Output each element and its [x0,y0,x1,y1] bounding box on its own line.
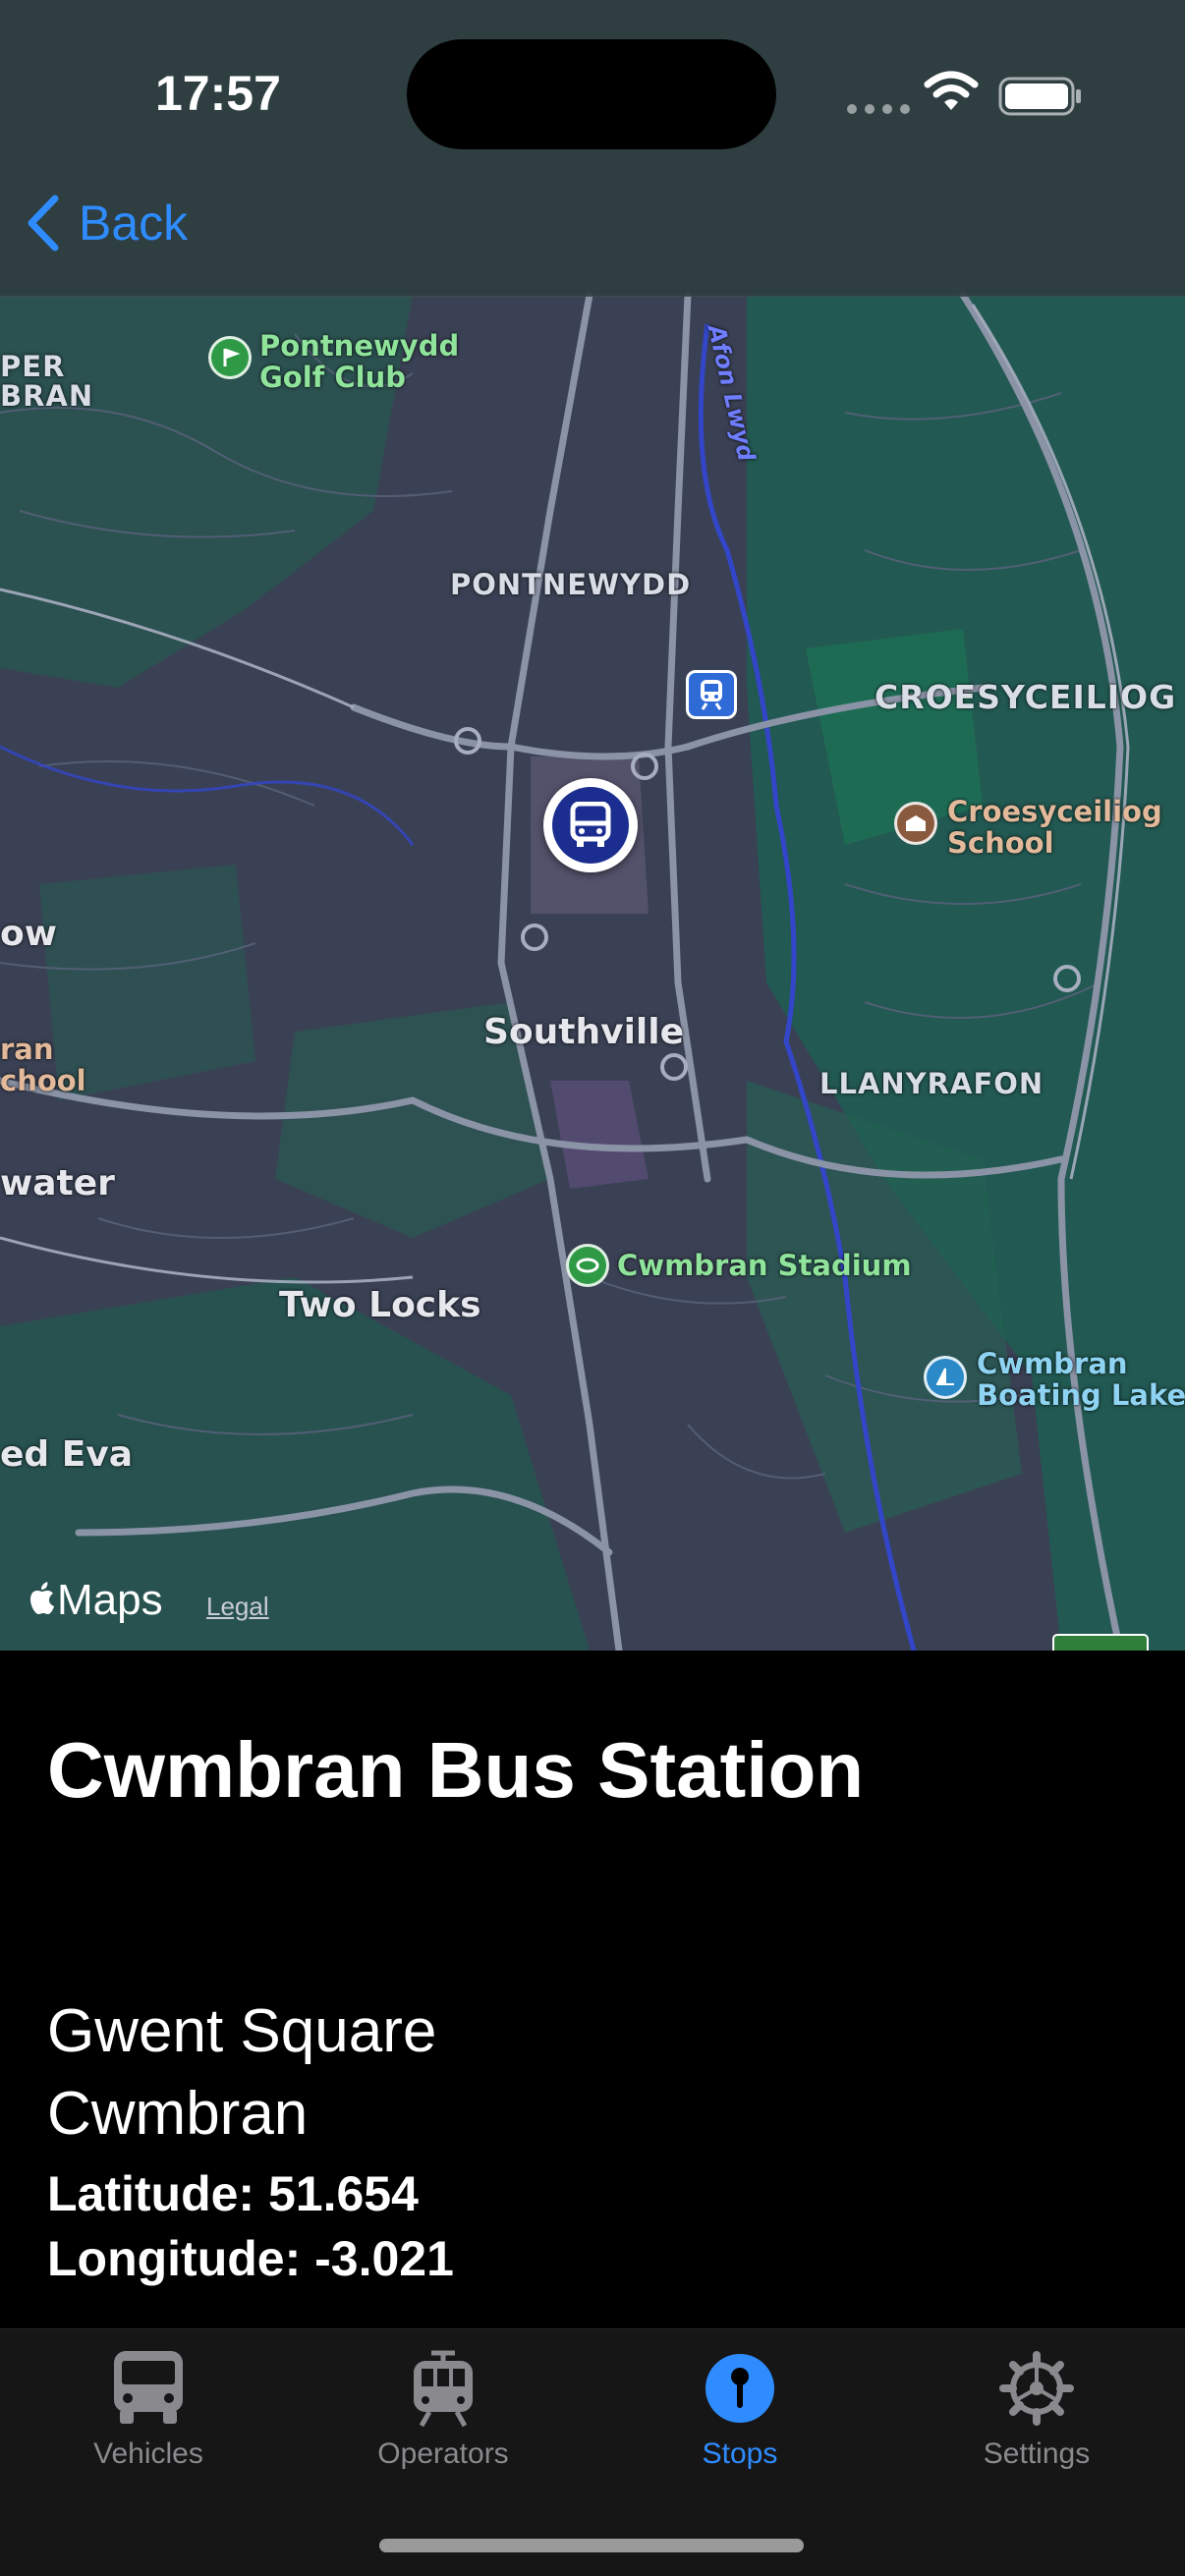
wifi-icon [924,71,979,110]
golf-poi-icon[interactable] [208,336,252,379]
status-time: 17:57 [155,66,281,121]
gear-icon [997,2349,1076,2428]
apple-logo-icon [30,1582,54,1614]
tram-icon [404,2349,482,2428]
map-label-cwmbran-stadium: Cwmbran Stadium [617,1249,912,1282]
map-label-pontnewydd-golf-club: Pontnewydd Golf Club [259,329,460,394]
bus-icon [109,2349,188,2428]
chevron-left-icon [28,195,59,252]
back-button[interactable]: Back [24,195,188,252]
stop-details: Cwmbran Bus Station Gwent Square Cwmbran… [0,1651,1185,2328]
cellular-signal-icon [847,104,910,114]
tab-operators-label: Operators [377,2437,509,2470]
map-label-ran-school: ran chool [0,1033,86,1097]
tab-operators[interactable]: Operators [295,2349,592,2496]
tab-vehicles-label: Vehicles [93,2437,203,2470]
map-label-pontnewydd: PONTNEWYDD [450,568,692,601]
tab-stops[interactable]: Stops [592,2349,888,2496]
bus-stop-marker-icon[interactable] [543,778,638,872]
boating-lake-poi-icon[interactable] [924,1356,967,1399]
dynamic-island [407,39,776,149]
stop-title: Cwmbran Bus Station [47,1726,865,1814]
latitude-text: Latitude: 51.654 [47,2166,419,2221]
map-label-llanyrafon: LLANYRAFON [819,1067,1044,1100]
school-poi-icon[interactable] [894,802,937,845]
battery-icon [998,77,1081,116]
stadium-poi-icon[interactable] [566,1244,609,1287]
tab-settings[interactable]: Settings [888,2349,1185,2496]
map-legal-link[interactable]: Legal [206,1592,269,1622]
map-label-southville: Southville [483,1012,685,1052]
tab-settings-label: Settings [983,2437,1091,2470]
address-line-2: Cwmbran [47,2080,309,2148]
map-label-ed-eva: ed Eva [0,1434,134,1475]
map-label-cwmbran-boating-lake: Cwmbran Boating Lake [977,1347,1185,1412]
map-label-croesyceiliog: CROESYCEILIOG [875,678,1177,716]
bus-icon [552,787,629,864]
maps-attribution-text: Maps [57,1576,163,1624]
map-label-croesyceiliog-school: Croesyceiliog School [947,795,1162,860]
back-button-label: Back [79,196,189,251]
map-label-ow: ow [0,914,57,954]
address-line-1: Gwent Square [47,1997,437,2065]
longitude-text: Longitude: -3.021 [47,2231,454,2286]
apple-maps-attribution: Maps [28,1576,163,1625]
home-indicator[interactable] [379,2539,804,2552]
tab-vehicles[interactable]: Vehicles [0,2349,297,2496]
tab-stops-label: Stops [702,2437,778,2470]
stop-pin-icon [701,2349,779,2428]
map-label-per-bran: PER BRAN [0,350,94,413]
map-label-water: water [0,1163,115,1204]
navigation-header: 17:57 Back [0,0,1185,297]
map-label-two-locks: Two Locks [279,1285,481,1325]
train-station-icon[interactable] [686,670,737,719]
